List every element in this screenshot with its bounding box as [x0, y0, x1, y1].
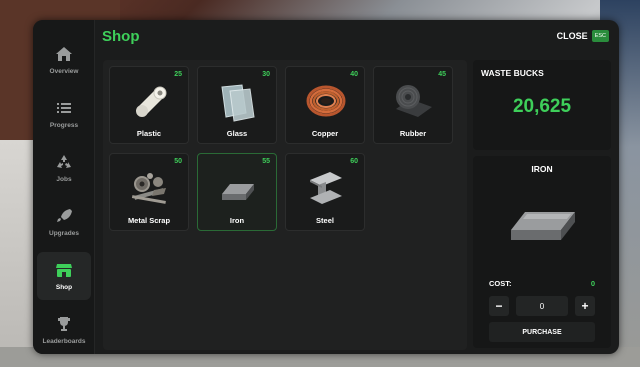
sidebar-item-label: Jobs — [56, 175, 72, 183]
item-cost: 55 — [262, 158, 270, 165]
sidebar-item-label: Shop — [55, 283, 73, 291]
list-icon — [57, 102, 71, 113]
page-title: Shop — [102, 28, 140, 45]
shop-item-iron[interactable]: 55 Iron — [197, 153, 277, 231]
cost-value: 0 — [590, 279, 595, 288]
wallet-amount: 20,625 — [512, 96, 572, 117]
purchase-button[interactable]: PURCHASE — [489, 322, 595, 342]
sidebar-item-label: Upgrades — [49, 229, 79, 237]
item-name: Rubber — [399, 129, 427, 138]
item-detail-panel: IRON COST: 0 − + PURCHASE — [473, 156, 611, 348]
sidebar-item-upgrades[interactable]: Upgrades — [37, 198, 91, 246]
item-cost: 60 — [350, 158, 358, 165]
plastic-roll-icon — [136, 86, 167, 117]
item-name: Glass — [226, 129, 248, 138]
item-name: Iron — [229, 216, 245, 225]
item-name: Plastic — [136, 129, 162, 138]
shop-item-plastic[interactable]: 25 Plastic — [109, 66, 189, 144]
copper-coil-icon — [306, 85, 346, 117]
close-button[interactable]: CLOSE ESC — [557, 30, 609, 42]
item-cost: 45 — [438, 71, 446, 78]
item-name: Steel — [316, 216, 334, 225]
rocket-icon — [57, 208, 72, 222]
rubber-roll-icon — [396, 85, 432, 117]
item-cost: 40 — [350, 71, 358, 78]
item-name: Copper — [311, 129, 339, 138]
close-label: CLOSE — [556, 31, 588, 41]
home-icon — [56, 46, 72, 61]
cost-label: COST: — [489, 279, 512, 288]
quantity-input[interactable] — [516, 296, 568, 316]
item-cost: 25 — [174, 71, 182, 78]
iron-ingot-icon — [222, 184, 254, 200]
esc-key-badge: ESC — [591, 30, 609, 42]
sidebar-item-overview[interactable]: Overview — [37, 36, 91, 84]
sidebar-item-jobs[interactable]: Jobs — [37, 144, 91, 192]
wallet-title: WASTE BUCKS — [481, 68, 544, 78]
increase-quantity-button[interactable]: + — [575, 296, 595, 316]
shop-window: Overview Progress Jobs Upgrades Shop Lea… — [33, 20, 619, 354]
shop-item-rubber[interactable]: 45 Rubber — [373, 66, 453, 144]
sidebar-item-label: Leaderboards — [42, 337, 86, 345]
item-cost: 30 — [262, 71, 270, 78]
item-name: Metal Scrap — [127, 216, 171, 225]
decrease-quantity-button[interactable]: − — [489, 296, 509, 316]
shop-item-grid: 25 Plastic 30 Glass 40 Copper 45 Rubber … — [103, 60, 467, 350]
sidebar-item-progress[interactable]: Progress — [37, 90, 91, 138]
shop-item-steel[interactable]: 60 Steel — [285, 153, 365, 231]
sidebar: Overview Progress Jobs Upgrades Shop Lea… — [33, 20, 95, 354]
sidebar-item-label: Overview — [49, 67, 79, 75]
shop-item-metal-scrap[interactable]: 50 Metal Scrap — [109, 153, 189, 231]
metal-scrap-icon — [131, 173, 166, 204]
sidebar-item-label: Progress — [49, 121, 79, 129]
trophy-icon — [58, 316, 70, 331]
item-cost: 50 — [174, 158, 182, 165]
shop-item-glass[interactable]: 30 Glass — [197, 66, 277, 144]
glass-panes-icon — [221, 84, 255, 122]
shop-item-copper[interactable]: 40 Copper — [285, 66, 365, 144]
store-icon — [56, 263, 72, 277]
detail-title: IRON — [531, 164, 553, 174]
iron-ingot-icon — [511, 212, 575, 240]
sidebar-item-leaderboards[interactable]: Leaderboards — [37, 306, 91, 354]
steel-beam-icon — [310, 172, 342, 204]
sidebar-item-shop[interactable]: Shop — [37, 252, 91, 300]
quantity-stepper: − + — [489, 296, 595, 316]
wallet-panel: WASTE BUCKS 20,625 — [473, 60, 611, 150]
recycle-icon — [57, 154, 71, 168]
